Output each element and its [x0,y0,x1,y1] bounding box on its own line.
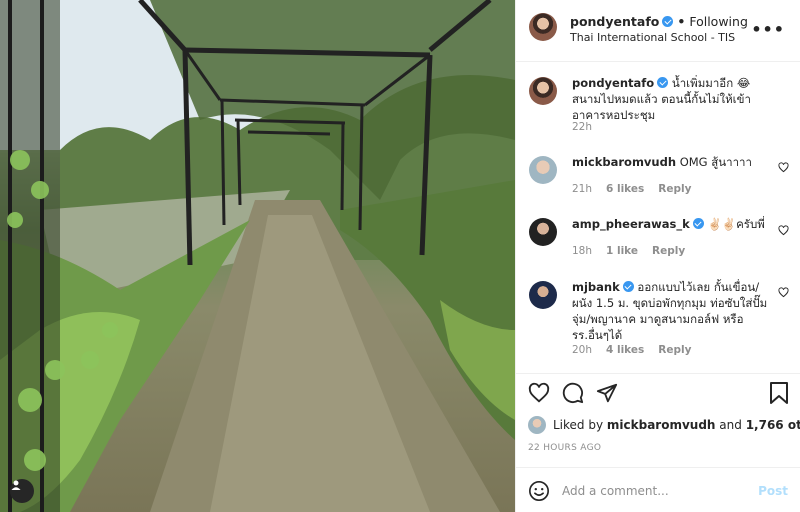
post-location[interactable]: Thai International School - TIS [570,31,735,44]
comment-avatar[interactable] [529,281,557,309]
action-bar [516,373,800,413]
comment-username[interactable]: mjbank [572,280,620,294]
heart-icon[interactable] [528,382,550,404]
comment-time[interactable]: 18h [572,245,592,257]
comment-heart-icon[interactable] [778,225,789,236]
comment-likes[interactable]: 1 like [606,245,638,257]
separator-dot: • [677,14,686,29]
comment-meta: 18h 1 like Reply [572,245,699,257]
liker-avatar[interactable] [528,416,546,434]
comment-body: amp_pheerawas_k ✌🏻✌🏻ครับพี่ [572,216,772,232]
comment-avatar[interactable] [529,218,557,246]
caption-meta: 22h [572,121,606,133]
post-header: pondyentafo • Following Thai International… [516,0,800,62]
comment-avatar[interactable] [529,156,557,184]
more-icon[interactable]: ••• [751,20,785,39]
caption-username[interactable]: pondyentafo [572,76,654,90]
verified-icon [657,77,669,88]
comment-likes[interactable]: 6 likes [606,183,644,195]
author-line: pondyentafo • Following [570,14,748,29]
comment-body: mickbaromvudh OMG สู้นาาาา [572,154,772,170]
comment-time[interactable]: 20h [572,344,592,356]
author-username[interactable]: pondyentafo [570,14,659,29]
comment-input[interactable] [562,481,742,501]
comment-heart-icon[interactable] [778,162,789,173]
comment-likes[interactable]: 4 likes [606,344,644,356]
share-icon[interactable] [596,382,618,404]
caption-body: pondyentafo น้ำเพิ่มมาอีก 😂 สนามไปหมดแล้… [572,75,772,123]
comments-list: pondyentafo น้ำเพิ่มมาอีก 😂 สนามไปหมดแล้… [516,63,800,373]
comment-text: ✌🏻✌🏻ครับพี่ [707,217,765,231]
verified-icon [692,218,704,229]
comment-text: OMG สู้นาาาา [679,155,752,169]
comment-username[interactable]: mickbaromvudh [572,155,676,169]
reply-button[interactable]: Reply [652,245,685,257]
comment-body: mjbank ออกแบบไว้เลย กั้นเขื่อน/ผนัง 1.5 … [572,279,772,343]
caption-avatar[interactable] [529,77,557,105]
reply-button[interactable]: Reply [658,183,691,195]
likes-others[interactable]: 1,766 others [746,418,800,432]
post-side-panel: pondyentafo • Following Thai International… [515,0,800,512]
verified-icon [662,16,674,27]
verified-icon [622,281,634,292]
author-avatar[interactable] [529,13,557,41]
flooded-walkway-image [0,0,515,512]
likes-conj: and [719,418,742,432]
emoji-icon[interactable] [528,480,550,502]
comment-time[interactable]: 21h [572,183,592,195]
comment-meta: 21h 6 likes Reply [572,183,705,195]
comment-heart-icon[interactable] [778,287,789,298]
likes-prefix: Liked by [553,418,604,432]
reply-button[interactable]: Reply [658,344,691,356]
post-photo[interactable] [0,0,515,512]
liker-username[interactable]: mickbaromvudh [607,418,716,432]
user-tag-icon[interactable] [10,479,34,503]
bookmark-icon[interactable] [768,381,790,405]
comment-meta: 20h 4 likes Reply [572,344,705,356]
caption-time[interactable]: 22h [572,121,592,133]
following-button[interactable]: Following [689,14,748,29]
post-button[interactable]: Post [758,484,788,498]
comment-icon[interactable] [562,382,584,404]
post-timestamp[interactable]: 22 HOURS AGO [528,443,601,453]
likes-text: Liked by mickbaromvudh and 1,766 others [553,418,800,432]
add-comment-bar: Post [516,467,800,512]
comment-username[interactable]: amp_pheerawas_k [572,217,690,231]
